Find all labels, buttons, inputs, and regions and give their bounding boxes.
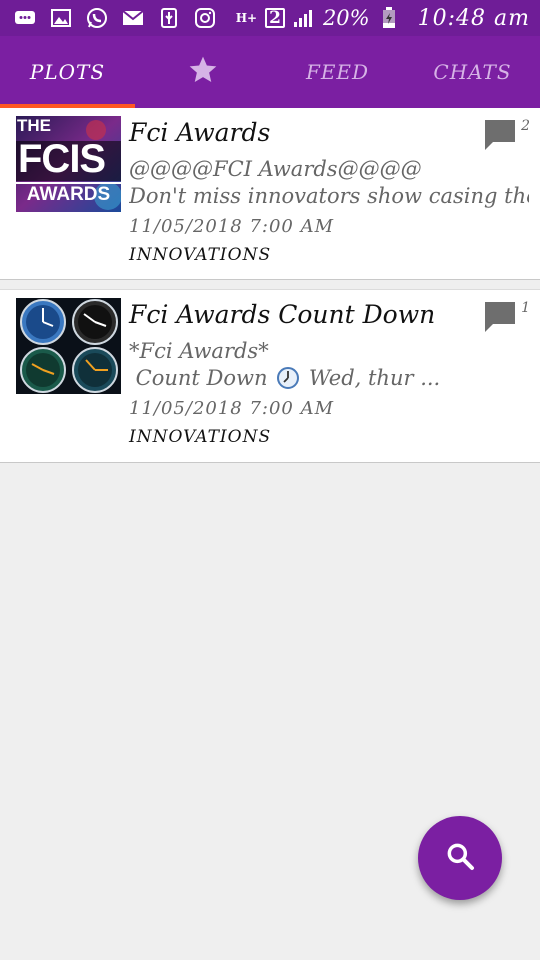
post-date: 11/05/2018 7:00 AM xyxy=(129,398,335,419)
whatsapp-icon xyxy=(86,8,108,28)
post-excerpt-line1: @@@@FCI Awards@@@@ xyxy=(129,157,422,181)
tab-feed-label: FEED xyxy=(305,60,370,84)
post-excerpt-line2: Count Down Wed, thur ... xyxy=(129,366,529,390)
gallery-icon xyxy=(50,8,72,28)
post-category[interactable]: INNOVATIONS xyxy=(129,245,271,265)
post-thumbnail xyxy=(16,298,121,394)
post-title: Fci Awards xyxy=(129,118,271,147)
sim-indicator: 2 xyxy=(265,8,285,28)
post-excerpt-line2: Don't miss innovators show casing their xyxy=(129,184,529,208)
post-title: Fci Awards Count Down xyxy=(129,300,436,329)
post-excerpt-line1: *Fci Awards* xyxy=(129,339,269,363)
post-card[interactable]: Fci Awards Count Down *Fci Awards* Count… xyxy=(0,289,540,463)
signal-icon xyxy=(293,8,315,28)
post-category[interactable]: INNOVATIONS xyxy=(129,427,271,447)
comment-indicator[interactable]: 2 xyxy=(483,118,530,156)
comment-count: 1 xyxy=(521,300,530,316)
tab-chats[interactable]: CHATS xyxy=(405,36,540,108)
status-bar: H+ 2 20% 10:48 am xyxy=(0,0,540,36)
post-card[interactable]: THE FCIS AWARDS Fci Awards @@@@FCI Award… xyxy=(0,108,540,280)
post-thumbnail: THE FCIS AWARDS xyxy=(16,116,121,212)
battery-level: 20% xyxy=(322,6,370,30)
messages-icon xyxy=(14,8,36,28)
comment-icon xyxy=(483,300,517,338)
thumb-text-top: THE xyxy=(17,116,51,135)
thumb-text-bottom: AWARDS xyxy=(16,182,121,206)
post-excerpt-line2-start: Count Down xyxy=(129,366,275,390)
tab-feed[interactable]: FEED xyxy=(270,36,405,108)
tab-favorites[interactable] xyxy=(135,36,270,108)
network-type: H+ xyxy=(235,11,258,25)
post-date: 11/05/2018 7:00 AM xyxy=(129,216,335,237)
battery-icon xyxy=(378,7,400,28)
search-icon xyxy=(444,840,476,876)
post-list: THE FCIS AWARDS Fci Awards @@@@FCI Award… xyxy=(0,108,540,463)
comment-indicator[interactable]: 1 xyxy=(483,300,530,338)
clock: 10:48 am xyxy=(417,5,530,31)
comment-count: 2 xyxy=(521,118,530,134)
tab-bar: PLOTS FEED CHATS xyxy=(0,36,540,108)
email-icon xyxy=(122,8,144,28)
tab-plots[interactable]: PLOTS xyxy=(0,36,135,108)
tab-chats-label: CHATS xyxy=(433,60,512,84)
instagram-icon xyxy=(194,8,216,28)
clock-emoji-icon xyxy=(276,366,300,390)
thumb-text-main: FCIS xyxy=(18,137,106,181)
search-fab-button[interactable] xyxy=(418,816,502,900)
usb-icon xyxy=(158,8,180,28)
star-icon xyxy=(187,54,219,91)
post-excerpt-line2-end: Wed, thur ... xyxy=(302,366,441,390)
comment-icon xyxy=(483,118,517,156)
tab-plots-label: PLOTS xyxy=(29,60,106,84)
